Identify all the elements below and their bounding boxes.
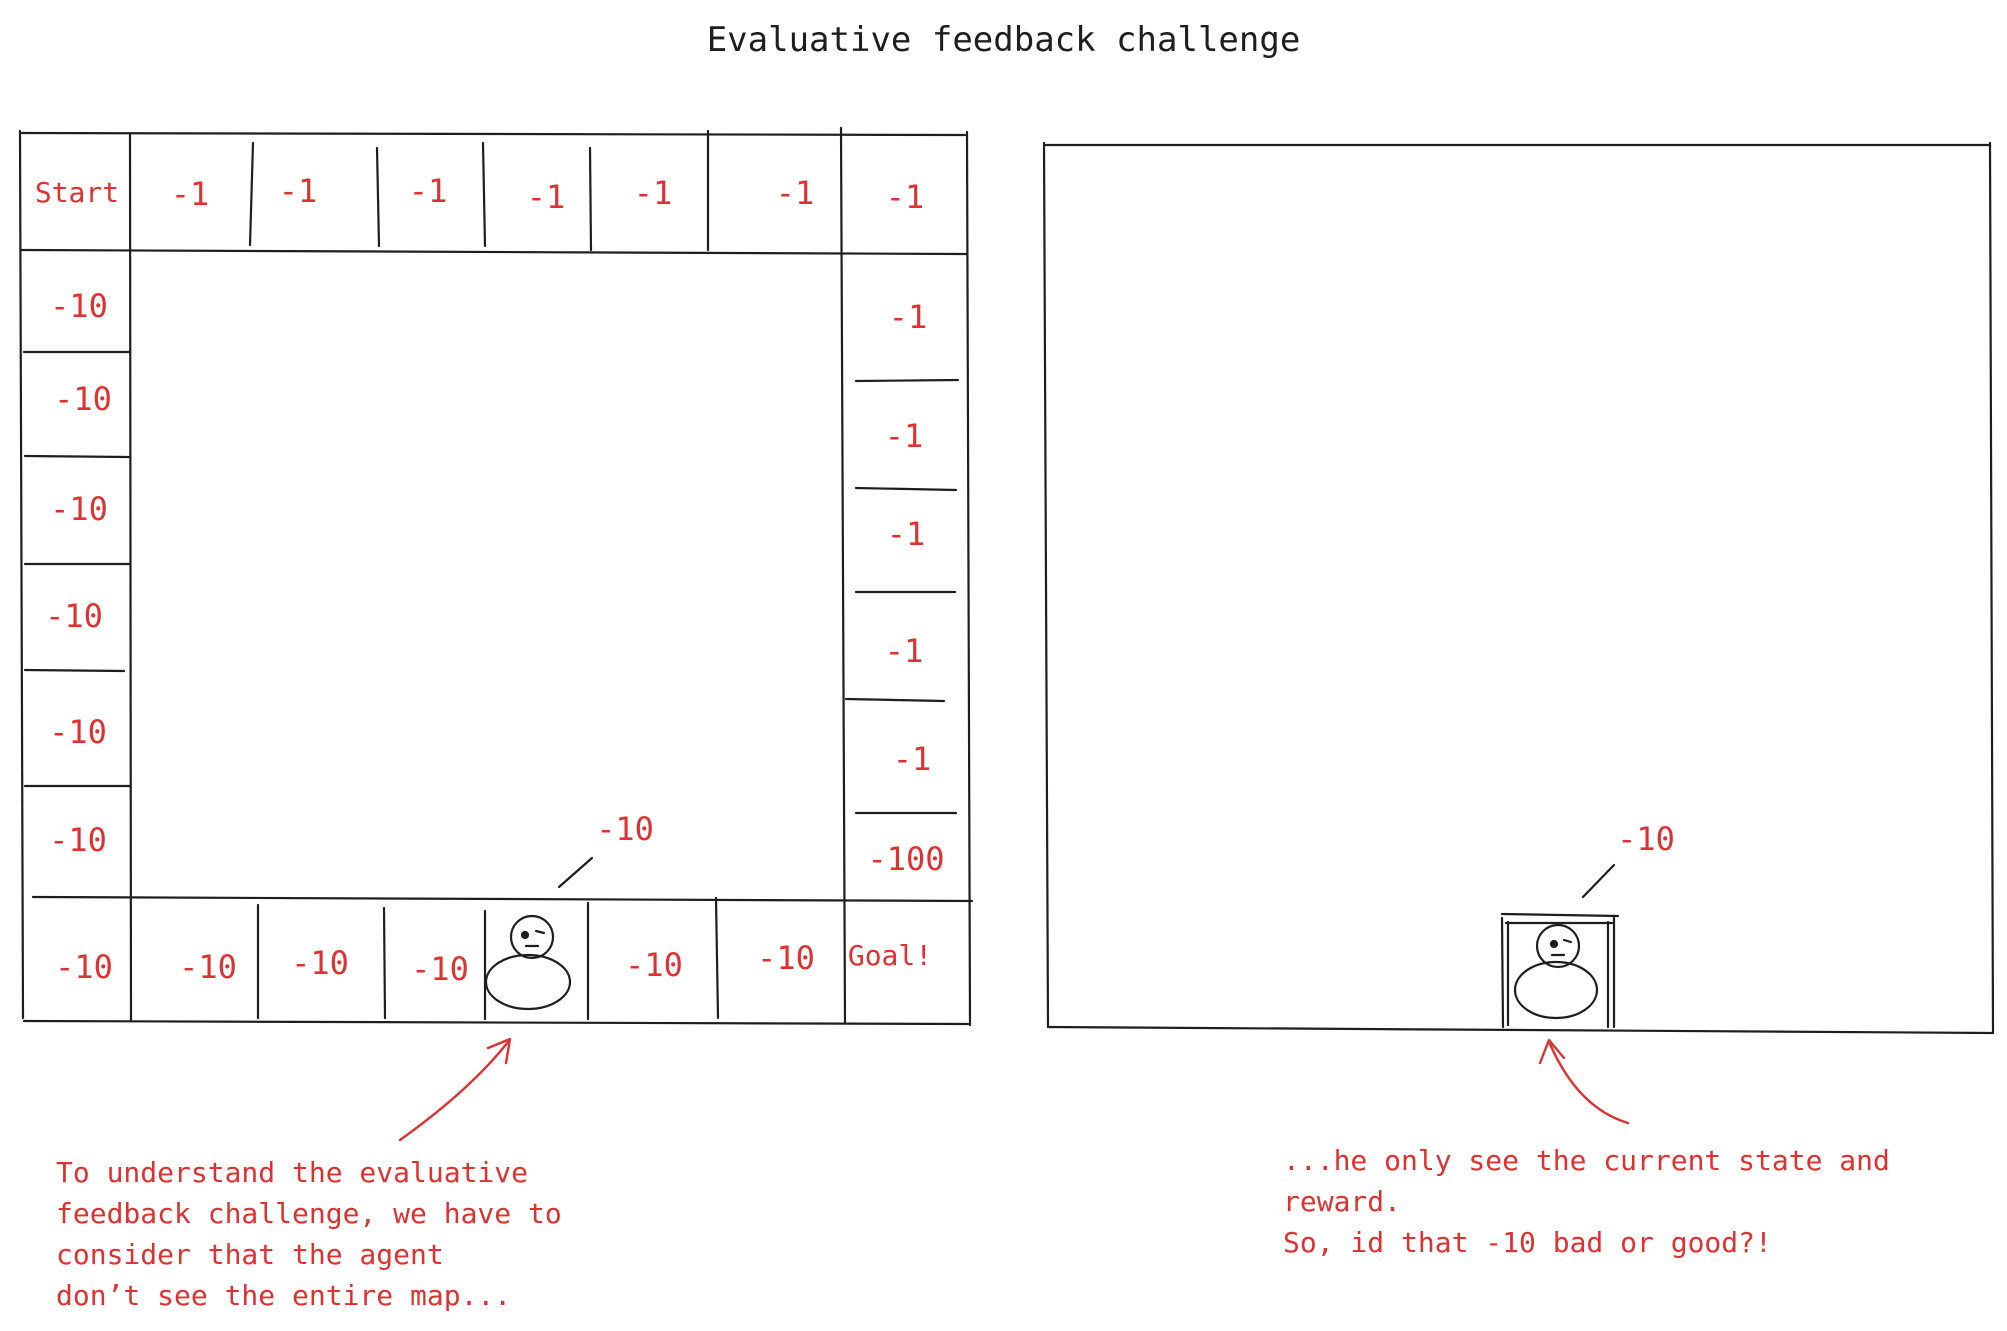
cell-label-start: Start bbox=[35, 176, 119, 209]
full-map-grid bbox=[18, 126, 974, 1027]
reward-cell-label: -10 bbox=[757, 939, 815, 977]
reward-cell-label: -1 bbox=[409, 172, 448, 210]
reward-cell-label: -10 bbox=[291, 944, 349, 982]
reward-cell-label: -1 bbox=[886, 178, 925, 216]
reward-cell-label: -1 bbox=[893, 740, 932, 778]
annotation-note-right: ...he only see the current state and rew… bbox=[1283, 1144, 1890, 1259]
reward-cell-label: -10 bbox=[49, 821, 107, 859]
annotation-arrow bbox=[1538, 1038, 1630, 1125]
reward-cell-label: -10 bbox=[411, 950, 469, 988]
reward-cell-label: -10 bbox=[179, 948, 237, 986]
reward-cell-label: -1 bbox=[171, 175, 210, 213]
reward-cell-label: -1 bbox=[776, 174, 815, 212]
diagram-canvas: Start -1 -1 -1 -1 -1 -1 -1 -10 -10 -10 -… bbox=[18, 126, 1995, 1142]
reward-cell-label: -100 bbox=[867, 840, 944, 878]
cell-label-goal: Goal! bbox=[848, 939, 932, 972]
reward-cell-label: -10 bbox=[50, 287, 108, 325]
reward-cell-label: -10 bbox=[45, 597, 103, 635]
reward-cell-label: -1 bbox=[885, 417, 924, 455]
reward-cell-label: -1 bbox=[634, 174, 673, 212]
stick-figure-agent-icon bbox=[1513, 923, 1599, 1020]
reward-cell-label: -1 bbox=[279, 172, 318, 210]
reward-cell-label: -10 bbox=[54, 380, 112, 418]
annotation-note-left: To understand the evaluative feedback ch… bbox=[56, 1156, 562, 1312]
agent-reward-label: -10 bbox=[1617, 820, 1675, 858]
reward-callout-line bbox=[1581, 863, 1616, 899]
agent-view-frame bbox=[1042, 141, 1995, 1035]
reward-cell-label: -10 bbox=[55, 948, 113, 986]
stick-figure-agent-icon bbox=[484, 914, 572, 1011]
agent-reward-label: -10 bbox=[596, 810, 654, 848]
reward-cell-label: -1 bbox=[527, 178, 566, 216]
annotation-arrow bbox=[398, 1037, 512, 1142]
reward-cell-label: -10 bbox=[625, 946, 683, 984]
reward-cell-label: -1 bbox=[885, 632, 924, 670]
reward-cell-label: -1 bbox=[889, 298, 928, 336]
reward-cell-label: -10 bbox=[49, 713, 107, 751]
reward-callout-line bbox=[557, 856, 594, 889]
reward-cell-label: -1 bbox=[887, 515, 926, 553]
reward-cell-label: -10 bbox=[50, 490, 108, 528]
